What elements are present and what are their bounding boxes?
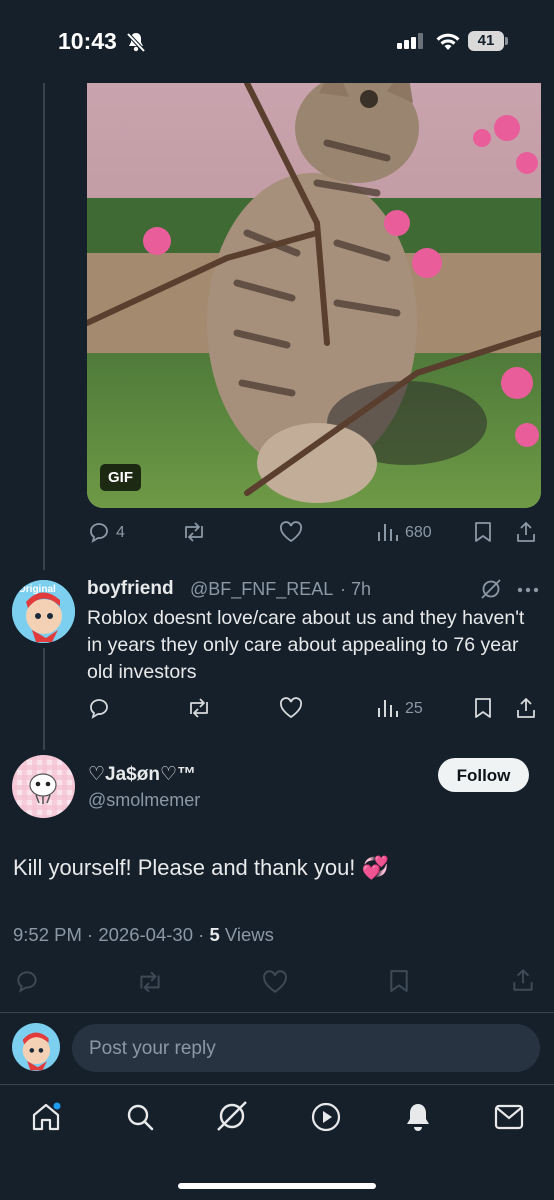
divider bbox=[0, 1012, 554, 1013]
home-indicator bbox=[178, 1183, 376, 1189]
reply-author-name[interactable]: boyfriend bbox=[87, 578, 174, 600]
author-handle[interactable]: @smolmemer bbox=[88, 790, 200, 811]
tabbar-divider bbox=[0, 1084, 554, 1085]
gif-badge: GIF bbox=[100, 464, 141, 491]
grok-icon[interactable] bbox=[480, 578, 502, 600]
reply-tweet-text: Roblox doesnt love/care about us and the… bbox=[87, 607, 525, 683]
views-count: 5 bbox=[209, 924, 220, 945]
wifi-icon bbox=[435, 32, 461, 51]
video-icon[interactable] bbox=[310, 1101, 342, 1133]
jason-avatar[interactable] bbox=[12, 755, 75, 818]
user-avatar[interactable] bbox=[12, 1023, 60, 1071]
reply-views-icon[interactable] bbox=[377, 698, 399, 718]
kitten-gif[interactable] bbox=[87, 83, 541, 508]
main-share-icon[interactable] bbox=[511, 967, 535, 993]
reply-bookmark-icon[interactable] bbox=[473, 697, 493, 719]
parent-like-icon[interactable] bbox=[279, 521, 303, 543]
reply-like-icon[interactable] bbox=[279, 697, 303, 719]
thread-line-lower bbox=[43, 648, 45, 750]
grok-tab-icon[interactable] bbox=[215, 1099, 249, 1133]
author-name[interactable]: ♡Ja$øn♡™ bbox=[88, 763, 196, 786]
parent-reply-icon[interactable] bbox=[87, 520, 111, 544]
main-bookmark-icon[interactable] bbox=[388, 968, 410, 994]
parent-views-icon[interactable] bbox=[377, 522, 399, 542]
reply-share-icon[interactable] bbox=[515, 696, 537, 720]
main-reply-icon[interactable] bbox=[14, 968, 40, 994]
tweet-meta: 9:52 PM · 2026-04-30 · 5 Views bbox=[13, 924, 274, 945]
bell-off-icon bbox=[125, 31, 147, 53]
cellular-signal-icon bbox=[397, 33, 425, 49]
tweet-date: 2026-04-30 bbox=[98, 924, 193, 945]
battery-indicator: 41 bbox=[468, 31, 504, 51]
messages-icon[interactable] bbox=[494, 1103, 524, 1131]
parent-share-icon[interactable] bbox=[515, 520, 537, 544]
reply-reply-icon[interactable] bbox=[87, 696, 111, 720]
reply-views-count: 25 bbox=[405, 700, 423, 717]
home-icon[interactable] bbox=[30, 1101, 62, 1133]
search-icon[interactable] bbox=[124, 1101, 156, 1133]
main-repost-icon[interactable] bbox=[136, 969, 164, 995]
parent-bookmark-icon[interactable] bbox=[473, 521, 493, 543]
reply-author-handle[interactable]: @BF_FNF_REAL bbox=[190, 579, 333, 600]
parent-repost-icon[interactable] bbox=[181, 520, 207, 544]
battery-tip bbox=[505, 37, 508, 45]
follow-button[interactable]: Follow bbox=[438, 758, 529, 792]
boyfriend-avatar[interactable]: Original bbox=[12, 580, 75, 643]
parent-reply-count: 4 bbox=[116, 524, 125, 541]
more-options-icon[interactable] bbox=[517, 587, 539, 593]
parent-views-count: 680 bbox=[405, 524, 432, 541]
status-time: 10:43 bbox=[58, 28, 117, 54]
svg-text:Original: Original bbox=[18, 584, 56, 595]
reply-timestamp[interactable]: · 7h bbox=[340, 579, 371, 600]
tweet-text: Kill yourself! Please and thank you! 💞 bbox=[13, 855, 389, 880]
tweet-time: 9:52 PM bbox=[13, 924, 82, 945]
thread-line bbox=[43, 83, 45, 570]
views-label: Views bbox=[224, 924, 274, 945]
main-like-icon[interactable] bbox=[262, 970, 288, 994]
reply-placeholder: Post your reply bbox=[89, 1038, 216, 1059]
notifications-icon[interactable] bbox=[403, 1101, 433, 1133]
reply-repost-icon[interactable] bbox=[186, 696, 212, 720]
